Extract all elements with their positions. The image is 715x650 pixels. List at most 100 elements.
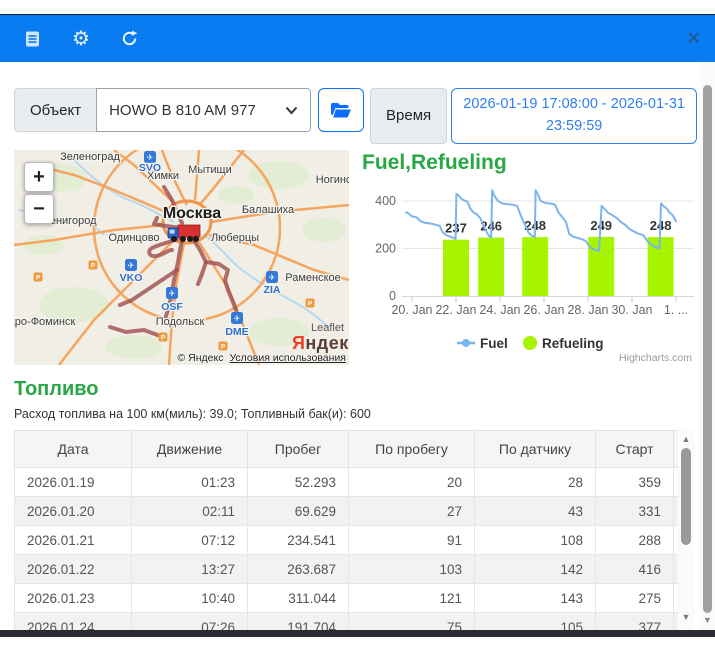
- table-cell: 105: [475, 613, 596, 631]
- map-zoom-in-button[interactable]: +: [24, 162, 54, 192]
- table-cell: 2026.01.23: [15, 584, 132, 613]
- time-range-field[interactable]: 2026-01-19 17:08:00 - 2026-01-31 23:59:5…: [451, 88, 697, 144]
- table-cell: 121: [349, 584, 475, 613]
- table-scroll-down-arrow[interactable]: ▼: [678, 610, 694, 624]
- svg-text:Р: Р: [161, 335, 166, 342]
- table-cell: 07:12: [132, 526, 248, 555]
- close-icon[interactable]: ✕: [687, 29, 701, 49]
- table-cell: 103: [349, 555, 475, 584]
- svg-text:✈: ✈: [169, 289, 176, 298]
- window-bottom-edge: [0, 630, 715, 637]
- table-cell: 2026.01.20: [15, 497, 132, 526]
- yandex-logo[interactable]: Яндекс: [292, 333, 349, 354]
- time-label: Время: [370, 88, 447, 144]
- table-cell: 07:26: [132, 613, 248, 631]
- refueling-bars: 237246248249248: [443, 218, 674, 296]
- open-folder-button[interactable]: [318, 88, 364, 132]
- x-axis-tick-label: 28. Jan: [567, 303, 608, 317]
- page-scroll-down-arrow[interactable]: ▼: [700, 615, 715, 625]
- x-axis-tick-label: 20. Jan: [391, 303, 432, 317]
- time-control-group: Время 2026-01-19 17:08:00 - 2026-01-31 2…: [370, 88, 697, 144]
- legend-item-fuel[interactable]: Fuel: [457, 336, 508, 351]
- fuel-table-container: ДатаДвижениеПробегПо пробегуПо датчикуСт…: [14, 430, 694, 630]
- map-label: Химки: [147, 170, 179, 182]
- object-select[interactable]: HOWO B 810 AM 977: [96, 88, 311, 132]
- page-scrollbar: ▼: [700, 62, 715, 630]
- table-row[interactable]: 2026.01.2310:40311.044121143275377: [15, 584, 695, 613]
- terms-of-use-link[interactable]: Условия использования: [229, 352, 346, 364]
- svg-text:Refueling: Refueling: [542, 336, 604, 351]
- map-label: Одинцово: [108, 232, 159, 244]
- table-cell: 10:40: [132, 584, 248, 613]
- svg-text:Р: Р: [36, 275, 41, 282]
- map[interactable]: РРРРР ✈SVO✈VKO✈ZIA✈DME✈OSF ЗеленоградХим…: [14, 150, 349, 365]
- table-cell: 2026.01.21: [15, 526, 132, 555]
- table-cell: 234.541: [248, 526, 349, 555]
- table-row[interactable]: 2026.01.2002:1169.6292743331288: [15, 497, 695, 526]
- table-cell: 359: [596, 468, 674, 497]
- fuel-consumption-info: Расход топлива на 100 км(миль): 39.0; То…: [14, 407, 371, 421]
- table-cell: 52.293: [248, 468, 349, 497]
- fuel-table: ДатаДвижениеПробегПо пробегуПо датчикуСт…: [14, 430, 694, 630]
- legend-item-refueling[interactable]: Refueling: [523, 336, 604, 351]
- gear-icon[interactable]: ⚙: [71, 29, 91, 49]
- open-folder-icon: [330, 102, 352, 119]
- table-cell: 288: [596, 526, 674, 555]
- table-scrollbar: ▲ ▼: [678, 430, 694, 630]
- table-cell: 142: [475, 555, 596, 584]
- titlebar: ⚙ ✕: [0, 15, 715, 62]
- table-cell: 416: [596, 555, 674, 584]
- table-cell: 2026.01.24: [15, 613, 132, 631]
- column-header: Движение: [132, 431, 248, 468]
- airport-code-label: VKO: [120, 272, 143, 284]
- svg-text:Р: Р: [308, 301, 313, 308]
- table-cell: 2026.01.19: [15, 468, 132, 497]
- svg-text:✈: ✈: [234, 314, 241, 323]
- x-axis-tick-label: 1. ...: [664, 303, 688, 317]
- map-label: Наро-Фоминск: [14, 316, 75, 328]
- map-label: Подольск: [156, 316, 205, 328]
- table-cell: 331: [596, 497, 674, 526]
- map-label: Ногинск: [316, 174, 349, 186]
- x-axis-tick-label: 24. Jan: [479, 303, 520, 317]
- object-label: Объект: [14, 88, 96, 132]
- table-row[interactable]: 2026.01.2213:27263.687103142416275: [15, 555, 695, 584]
- column-header: По пробегу: [349, 431, 475, 468]
- fuel-section-title: Топливо: [14, 378, 99, 401]
- fuel-chart: 20. Jan22. Jan24. Jan26. Jan28. Jan30. J…: [360, 176, 700, 365]
- map-label: Балашиха: [242, 204, 295, 216]
- x-axis-tick-label: 26. Jan: [523, 303, 564, 317]
- map-label: Люберцы: [211, 232, 259, 244]
- map-label: Мытищи: [188, 164, 231, 176]
- table-cell: 20: [349, 468, 475, 497]
- report-list-icon[interactable]: [23, 29, 43, 49]
- map-copyright: © ЯндексУсловия использования: [177, 352, 346, 364]
- airport-code-label: DME: [225, 326, 248, 338]
- table-row[interactable]: 2026.01.1901:2352.2932028359331: [15, 468, 695, 497]
- map-zoom-out-button[interactable]: −: [24, 194, 54, 224]
- column-header: По датчику: [475, 431, 596, 468]
- table-cell: 75: [349, 613, 475, 631]
- column-header: Старт: [596, 431, 674, 468]
- svg-text:✈: ✈: [269, 273, 276, 282]
- column-header: Пробег: [248, 431, 349, 468]
- y-axis-tick-label: 0: [389, 289, 396, 303]
- x-axis-tick-label: 22. Jan: [435, 303, 476, 317]
- highcharts-credits-link[interactable]: Highcharts.com: [619, 352, 692, 364]
- table-cell: 43: [475, 497, 596, 526]
- table-row[interactable]: 2026.01.2107:12234.54191108288416: [15, 526, 695, 555]
- object-select-value: HOWO B 810 AM 977: [109, 102, 256, 119]
- table-cell: 69.629: [248, 497, 349, 526]
- svg-text:Р: Р: [221, 344, 226, 351]
- table-row[interactable]: 2026.01.2407:26191.70475105377273: [15, 613, 695, 631]
- map-label: Москва: [163, 205, 221, 222]
- table-cell: 143: [475, 584, 596, 613]
- svg-text:Fuel: Fuel: [480, 336, 508, 351]
- page-scrollbar-thumb[interactable]: [703, 85, 712, 613]
- table-scroll-up-arrow[interactable]: ▲: [678, 432, 694, 446]
- window-top-strip: [0, 0, 715, 15]
- x-axis-tick-label: 30. Jan: [611, 303, 652, 317]
- table-scrollbar-thumb[interactable]: [681, 448, 691, 545]
- airport-code-label: ZIA: [264, 284, 281, 296]
- refresh-icon[interactable]: [119, 29, 139, 49]
